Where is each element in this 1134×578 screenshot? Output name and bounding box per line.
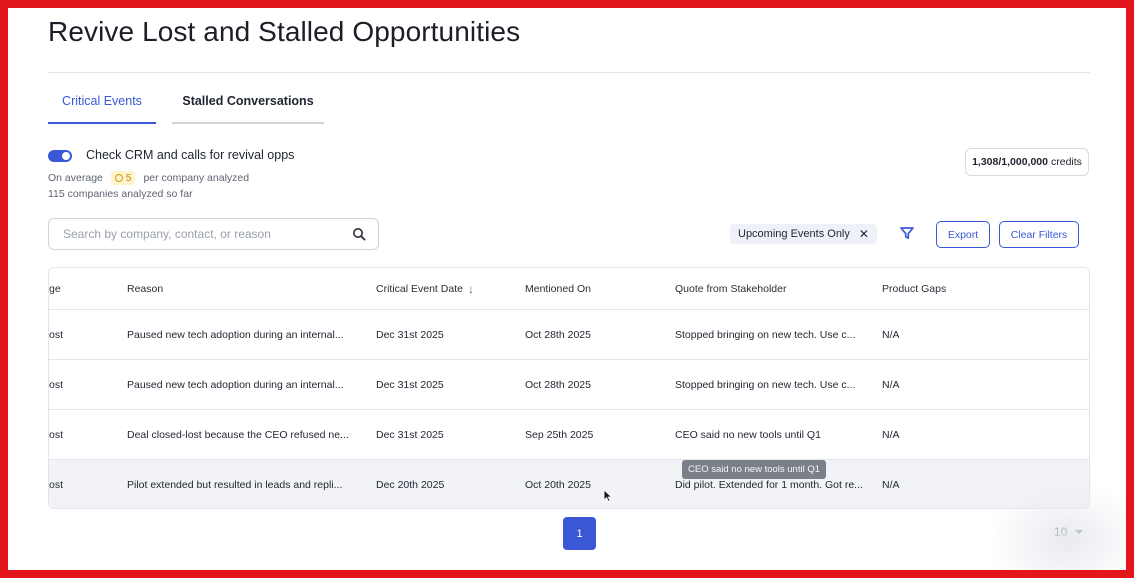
cell-stage: ost — [49, 378, 64, 391]
cell-reason: Deal closed-lost because the CEO refused… — [127, 428, 349, 441]
tab-bar: Critical Events Stalled Conversations — [48, 88, 324, 124]
toggle-knob — [62, 152, 70, 160]
page-title: Revive Lost and Stalled Opportunities — [48, 16, 521, 47]
companies-analyzed: 115 companies analyzed so far — [48, 188, 193, 200]
column-header-mentioned-on[interactable]: Mentioned On — [525, 268, 660, 309]
cell-mentioned-on: Oct 28th 2025 — [525, 328, 591, 341]
search-icon[interactable] — [352, 227, 366, 241]
table-row[interactable]: ost Pilot extended but resulted in leads… — [49, 460, 1089, 508]
cell-reason: Paused new tech adoption during an inter… — [127, 378, 344, 391]
average-cost-line: On average 5 per company analyzed — [48, 171, 249, 185]
table-header-row: ge Reason Critical Event Date ↓ Mentione… — [49, 268, 1089, 310]
tab-stalled-conversations[interactable]: Stalled Conversations — [172, 88, 324, 124]
cell-stage: ost — [49, 328, 64, 341]
quote-tooltip: CEO said no new tools until Q1 — [682, 460, 827, 479]
cell-product-gaps: N/A — [882, 328, 900, 341]
critical-event-date-label: Critical Event Date — [376, 282, 463, 295]
cell-product-gaps: N/A — [882, 378, 900, 391]
credit-cost-badge: 5 — [110, 171, 136, 185]
column-header-quote[interactable]: Quote from Stakeholder — [675, 268, 871, 309]
cell-critical-event-date: Dec 31st 2025 — [376, 378, 444, 391]
cell-product-gaps: N/A — [882, 428, 900, 441]
filter-chip-label: Upcoming Events Only — [738, 228, 850, 240]
cell-critical-event-date: Dec 20th 2025 — [376, 479, 445, 491]
tab-critical-events[interactable]: Critical Events — [48, 88, 156, 124]
rows-per-page-value: 10 — [1054, 525, 1068, 539]
cell-reason: Paused new tech adoption during an inter… — [127, 328, 344, 341]
clear-filters-button[interactable]: Clear Filters — [999, 221, 1079, 248]
table-row[interactable]: ost Paused new tech adoption during an i… — [49, 310, 1089, 360]
credits-label: credits — [1050, 156, 1082, 168]
cell-critical-event-date: Dec 31st 2025 — [376, 328, 444, 341]
credits-used: 1,308/1,000,000 — [972, 156, 1048, 168]
search-input[interactable] — [61, 226, 352, 242]
remove-filter-icon[interactable]: ✕ — [859, 227, 869, 241]
screenshot-frame: Revive Lost and Stalled Opportunities Cr… — [0, 0, 1134, 578]
cell-mentioned-on: Oct 28th 2025 — [525, 378, 591, 391]
export-button[interactable]: Export — [936, 221, 990, 248]
cell-quote: CEO said no new tools until Q1 — [675, 428, 821, 441]
credit-cost-value: 5 — [125, 172, 132, 184]
cell-mentioned-on: Oct 20th 2025 — [525, 479, 591, 491]
credits-counter: 1,308/1,000,000 credits — [965, 148, 1089, 176]
revival-toggle-label: Check CRM and calls for revival opps — [86, 148, 295, 162]
chevron-down-icon — [1075, 530, 1084, 534]
filter-chip-upcoming-events: Upcoming Events Only ✕ — [730, 224, 877, 244]
column-header-stage[interactable]: ge — [49, 268, 89, 309]
pagination-page-1[interactable]: 1 — [563, 517, 596, 550]
title-divider — [48, 72, 1090, 73]
cell-stage: ost — [49, 428, 64, 441]
table-row[interactable]: ost Deal closed-lost because the CEO ref… — [49, 410, 1089, 460]
average-prefix: On average — [48, 172, 103, 184]
cell-quote: Stopped bringing on new tech. Use c... — [675, 378, 856, 391]
column-header-product-gaps[interactable]: Product Gaps — [882, 268, 1002, 309]
filter-icon[interactable] — [899, 225, 915, 241]
rows-per-page-select[interactable]: 10 — [1054, 525, 1084, 539]
mouse-cursor-icon — [603, 489, 613, 503]
cell-reason: Pilot extended but resulted in leads and… — [127, 479, 343, 491]
sort-down-icon[interactable]: ↓ — [468, 282, 474, 296]
column-header-reason[interactable]: Reason — [127, 268, 367, 309]
average-suffix: per company analyzed — [143, 172, 250, 184]
cell-critical-event-date: Dec 31st 2025 — [376, 428, 444, 441]
search-box — [48, 218, 379, 250]
column-header-critical-event-date[interactable]: Critical Event Date ↓ — [376, 268, 511, 309]
cell-mentioned-on: Sep 25th 2025 — [525, 428, 594, 441]
cell-quote: Stopped bringing on new tech. Use c... — [675, 328, 856, 341]
revival-toggle[interactable] — [48, 150, 72, 162]
cell-stage: ost — [49, 479, 64, 491]
cell-product-gaps: N/A — [882, 479, 900, 491]
coin-icon — [114, 174, 123, 182]
table-row[interactable]: ost Paused new tech adoption during an i… — [49, 360, 1089, 410]
opportunities-table: ge Reason Critical Event Date ↓ Mentione… — [48, 267, 1090, 509]
